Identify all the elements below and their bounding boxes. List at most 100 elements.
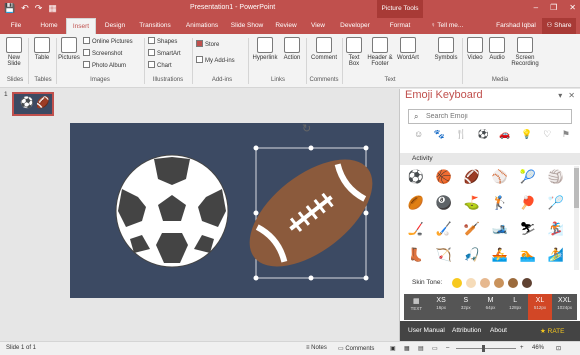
- store-button[interactable]: Store: [196, 40, 219, 48]
- soccer-ball-image[interactable]: [115, 154, 229, 268]
- share-button[interactable]: ⚇ Share: [542, 18, 576, 34]
- rate-button[interactable]: ★ RATE: [540, 327, 565, 335]
- emoji-cell[interactable]: ⚾: [490, 167, 510, 187]
- size-text-button[interactable]: ▦ TEXT: [404, 294, 429, 320]
- flags-category-icon[interactable]: ⚑: [562, 129, 570, 143]
- zoom-slider-thumb[interactable]: [482, 345, 485, 352]
- emoji-cell[interactable]: ⛳: [462, 193, 482, 213]
- skin-tone-swatch[interactable]: [508, 278, 518, 288]
- fit-slide-icon[interactable]: ⊡: [556, 345, 561, 352]
- my-addins-button[interactable]: My Add-ins: [196, 56, 235, 64]
- emoji-cell[interactable]: 🎿: [490, 219, 510, 239]
- comments-button[interactable]: ▭ Comments: [338, 345, 374, 352]
- objects-category-icon[interactable]: 💡: [521, 129, 532, 143]
- table-button[interactable]: Table: [32, 37, 52, 61]
- emoji-cell[interactable]: 👢: [406, 245, 426, 265]
- close-icon[interactable]: ✕: [568, 91, 575, 100]
- emoji-cell[interactable]: 🏸: [546, 193, 566, 213]
- normal-view-icon[interactable]: ▣: [390, 345, 396, 352]
- close-button[interactable]: ✕: [569, 3, 576, 12]
- emoji-cell[interactable]: 🏂: [546, 219, 566, 239]
- online-pictures-button[interactable]: Online Pictures: [83, 37, 133, 45]
- emoji-cell[interactable]: 🚣: [490, 245, 510, 265]
- text-box-button[interactable]: Text Box: [344, 37, 364, 67]
- tab-insert[interactable]: Insert: [66, 18, 96, 34]
- emoji-cell[interactable]: 🏀: [434, 167, 454, 187]
- attribution-link[interactable]: Attribution: [452, 327, 481, 334]
- emoji-cell[interactable]: 🏄: [546, 245, 566, 265]
- redo-icon[interactable]: ↷: [35, 3, 43, 14]
- user-manual-link[interactable]: User Manual: [408, 327, 445, 334]
- food-category-icon[interactable]: 🍴: [456, 129, 467, 143]
- about-link[interactable]: About: [490, 327, 507, 334]
- tab-review[interactable]: Review: [272, 18, 300, 34]
- smartart-button[interactable]: SmartArt: [148, 49, 181, 57]
- slideshow-view-icon[interactable]: ▭: [432, 345, 438, 352]
- size-s-button[interactable]: S 32px: [453, 294, 478, 320]
- rotate-handle-icon[interactable]: ↻: [302, 122, 311, 135]
- reading-view-icon[interactable]: ▤: [418, 345, 424, 352]
- emoji-search-box[interactable]: ⌕: [408, 109, 572, 124]
- size-m-button[interactable]: M 64px: [478, 294, 503, 320]
- slide-canvas[interactable]: [70, 123, 384, 298]
- emoji-cell[interactable]: 🎱: [434, 193, 454, 213]
- skin-tone-swatch[interactable]: [480, 278, 490, 288]
- emoji-cell[interactable]: 🏉: [406, 193, 426, 213]
- emoji-cell[interactable]: 🎣: [462, 245, 482, 265]
- audio-button[interactable]: Audio: [487, 37, 507, 61]
- comment-button[interactable]: Comment: [309, 37, 339, 61]
- user-name[interactable]: Farshad Iqbal: [492, 18, 540, 34]
- hyperlink-button[interactable]: Hyperlink: [251, 37, 279, 61]
- emoji-scrollbar[interactable]: [574, 166, 579, 270]
- tab-design[interactable]: Design: [100, 18, 130, 34]
- screen-recording-button[interactable]: Screen Recording: [510, 37, 540, 67]
- restore-button[interactable]: ❐: [550, 3, 557, 12]
- minimize-button[interactable]: –: [534, 3, 538, 12]
- chart-button[interactable]: Chart: [148, 61, 172, 69]
- photo-album-button[interactable]: Photo Album: [83, 61, 126, 69]
- emoji-cell[interactable]: 🏈: [462, 167, 482, 187]
- travel-category-icon[interactable]: 🚗: [499, 129, 510, 143]
- screenshot-button[interactable]: Screenshot: [83, 49, 122, 57]
- header-footer-button[interactable]: Header & Footer: [366, 37, 394, 67]
- emoji-cell[interactable]: 🏏: [462, 219, 482, 239]
- action-button[interactable]: Action: [281, 37, 303, 61]
- slideshow-icon[interactable]: ▦: [48, 3, 57, 14]
- skin-tone-swatch[interactable]: [452, 278, 462, 288]
- tab-developer[interactable]: Developer: [336, 18, 374, 34]
- emoji-cell[interactable]: 🏌: [490, 193, 510, 213]
- skin-tone-swatch[interactable]: [466, 278, 476, 288]
- symbols-category-icon[interactable]: ♡: [543, 129, 551, 143]
- scrollbar-thumb[interactable]: [574, 168, 579, 208]
- skin-tone-swatch[interactable]: [522, 278, 532, 288]
- tab-animations[interactable]: Animations: [180, 18, 224, 34]
- zoom-in-button[interactable]: +: [520, 345, 524, 351]
- football-image[interactable]: [231, 139, 384, 288]
- wordart-button[interactable]: WordArt: [396, 37, 420, 61]
- size-xl-button[interactable]: XL 512px: [527, 294, 553, 320]
- emoji-cell[interactable]: 🏒: [406, 219, 426, 239]
- tab-format[interactable]: Format: [380, 18, 420, 34]
- emoji-cell[interactable]: 🏹: [434, 245, 454, 265]
- undo-icon[interactable]: ↶: [21, 3, 29, 14]
- size-l-button[interactable]: L 128px: [503, 294, 528, 320]
- save-icon[interactable]: 💾: [4, 3, 15, 14]
- tell-me-box[interactable]: ♀ Tell me...: [424, 18, 470, 34]
- emoji-cell[interactable]: 🎾: [518, 167, 538, 187]
- zoom-slider[interactable]: [456, 348, 516, 349]
- emoji-cell[interactable]: ⛷: [518, 219, 538, 239]
- zoom-level[interactable]: 46%: [532, 345, 544, 351]
- tab-view[interactable]: View: [306, 18, 330, 34]
- emoji-search-input[interactable]: [426, 111, 566, 122]
- emoji-cell[interactable]: 🏓: [518, 193, 538, 213]
- slide-thumbnail[interactable]: ⚽ 🏈: [12, 92, 54, 116]
- emoji-cell[interactable]: 🏊: [518, 245, 538, 265]
- shapes-button[interactable]: Shapes: [148, 37, 177, 45]
- tab-file[interactable]: File: [4, 18, 28, 34]
- symbols-button[interactable]: Symbols: [434, 37, 458, 61]
- tab-transitions[interactable]: Transitions: [134, 18, 176, 34]
- video-button[interactable]: Video: [465, 37, 485, 61]
- animal-category-icon[interactable]: 🐾: [434, 129, 445, 143]
- skin-tone-swatch[interactable]: [494, 278, 504, 288]
- tab-home[interactable]: Home: [36, 18, 62, 34]
